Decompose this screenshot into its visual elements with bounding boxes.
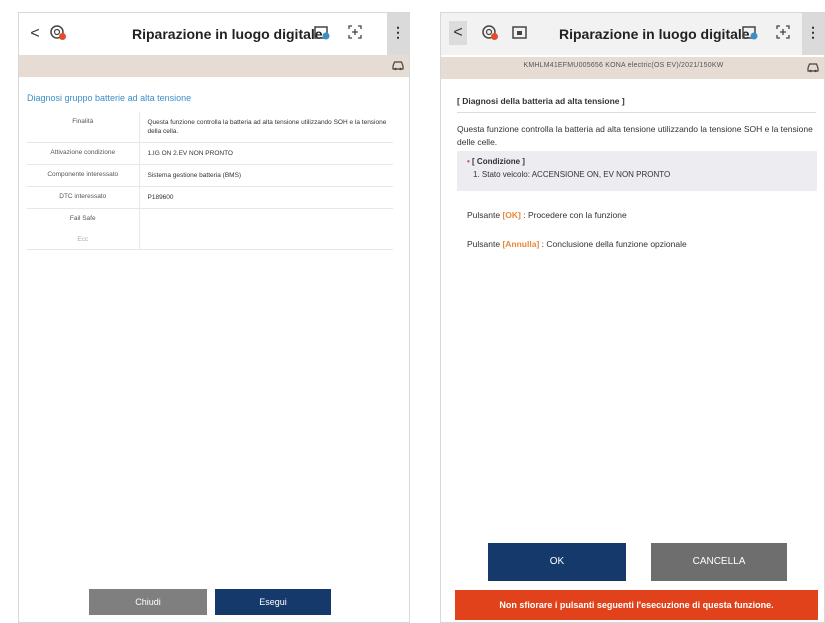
condition-title-text: [ Condizione ] <box>472 157 525 166</box>
vehicle-bar <box>19 55 409 77</box>
table-row: Finalità Questa funzione controlla la ba… <box>27 112 393 143</box>
wrench-timer-icon[interactable] <box>481 23 499 41</box>
info-table: Finalità Questa funzione controlla la ba… <box>27 112 393 250</box>
hint-text: : Procedere con la funzione <box>520 210 627 220</box>
menu-icon[interactable]: ⋮ <box>387 13 409 55</box>
condition-line: 1. Stato veicolo: ACCENSIONE ON, EV NON … <box>473 170 671 179</box>
row-key: Finalità <box>27 112 140 143</box>
table-row: Ecc <box>27 230 393 250</box>
top-bar: < Riparazione in luogo digitale ⋮ <box>441 13 824 55</box>
row-value: Sistema gestione batteria (BMS) <box>139 164 393 187</box>
page-title: Riparazione in luogo digitale <box>559 26 750 42</box>
right-screen: < Riparazione in luogo digitale ⋮ KMHLM4… <box>440 12 825 623</box>
bullet-icon: • <box>467 157 470 166</box>
run-button[interactable]: Esegui <box>215 589 331 615</box>
wrench-timer-icon[interactable] <box>49 23 67 41</box>
condition-title: • [ Condizione ] <box>467 157 807 166</box>
hint-cancel: Pulsante [Annulla] : Conclusione della f… <box>467 239 687 249</box>
hint-prefix: Pulsante <box>467 210 503 220</box>
back-icon[interactable]: < <box>449 21 467 45</box>
capture-icon[interactable] <box>346 23 364 41</box>
camera-icon[interactable] <box>313 23 331 41</box>
left-screen: < Riparazione in luogo digitale ⋮ Diagno… <box>18 12 410 623</box>
vehicle-info: KMHLM41EFMU005656 KONA electric(OS EV)/2… <box>523 62 724 69</box>
table-row: Fail Safe <box>27 208 393 231</box>
page-title: Riparazione in luogo digitale <box>132 26 323 42</box>
function-description: Questa funzione controlla la batteria ad… <box>457 124 813 147</box>
row-key: Fail Safe <box>27 208 140 230</box>
row-value: Questa funzione controlla la batteria ad… <box>139 112 393 143</box>
top-bar: < Riparazione in luogo digitale ⋮ <box>19 13 409 55</box>
hint-tag: [OK] <box>502 210 521 220</box>
vehicle-bar: KMHLM41EFMU005656 KONA electric(OS EV)/2… <box>441 57 824 79</box>
hint-prefix: Pulsante <box>467 239 503 249</box>
section-heading: [ Diagnosi della batteria ad alta tensio… <box>457 96 816 113</box>
row-value: 1.IG ON 2.EV NON PRONTO <box>139 142 393 165</box>
camera-icon[interactable] <box>741 23 759 41</box>
capture-icon[interactable] <box>774 23 792 41</box>
menu-icon[interactable]: ⋮ <box>802 13 824 55</box>
table-row: Componente interessato Sistema gestione … <box>27 164 393 187</box>
row-value <box>139 209 393 231</box>
table-row: Attivazione condizione 1.IG ON 2.EV NON … <box>27 142 393 165</box>
car-icon <box>392 61 404 71</box>
hint-tag: [Annulla] <box>502 239 540 249</box>
car-icon <box>807 63 819 73</box>
close-button[interactable]: Chiudi <box>89 589 207 615</box>
condition-box: • [ Condizione ] 1. Stato veicolo: ACCEN… <box>457 151 817 191</box>
row-value <box>139 230 393 250</box>
ecu-icon[interactable] <box>511 23 529 41</box>
hint-ok: Pulsante [OK] : Procedere con la funzion… <box>467 210 627 220</box>
row-key: DTC interessato <box>27 186 140 209</box>
row-key: Componente interessato <box>27 164 140 187</box>
back-icon[interactable]: < <box>27 25 43 43</box>
row-value: P189600 <box>139 186 393 209</box>
ok-button[interactable]: OK <box>488 543 626 581</box>
section-heading: Diagnosi gruppo batterie ad alta tension… <box>27 93 192 103</box>
hint-text: : Conclusione della funzione opzionale <box>539 239 687 249</box>
cancel-button[interactable]: CANCELLA <box>651 543 787 581</box>
row-key: Ecc <box>27 230 140 250</box>
table-row: DTC interessato P189600 <box>27 186 393 209</box>
row-key: Attivazione condizione <box>27 142 140 165</box>
warning-banner: Non sfiorare i pulsanti seguenti l'esecu… <box>455 590 818 620</box>
